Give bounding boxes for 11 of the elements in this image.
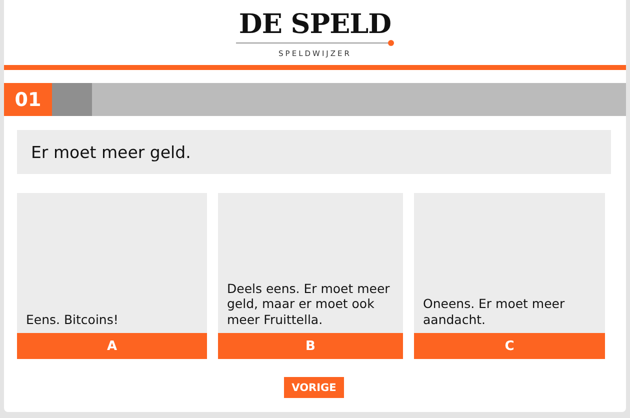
answer-text: Oneens. Er moet meer aandacht. bbox=[414, 193, 605, 333]
answer-button[interactable]: B bbox=[218, 333, 403, 359]
question-number: 01 bbox=[4, 83, 52, 116]
answer-text: Eens. Bitcoins! bbox=[17, 193, 207, 333]
answer-text: Deels eens. Er moet meer geld, maar er moet ook meer Fruittella. bbox=[218, 193, 403, 333]
back-button[interactable]: VORIGE bbox=[284, 377, 344, 398]
answer-button[interactable]: A bbox=[17, 333, 207, 359]
logo-title: DE SPELD bbox=[238, 10, 392, 40]
logo-underline-icon bbox=[236, 40, 394, 46]
answer-button[interactable]: C bbox=[414, 333, 605, 359]
question-text: Er moet meer geld. bbox=[17, 130, 611, 174]
